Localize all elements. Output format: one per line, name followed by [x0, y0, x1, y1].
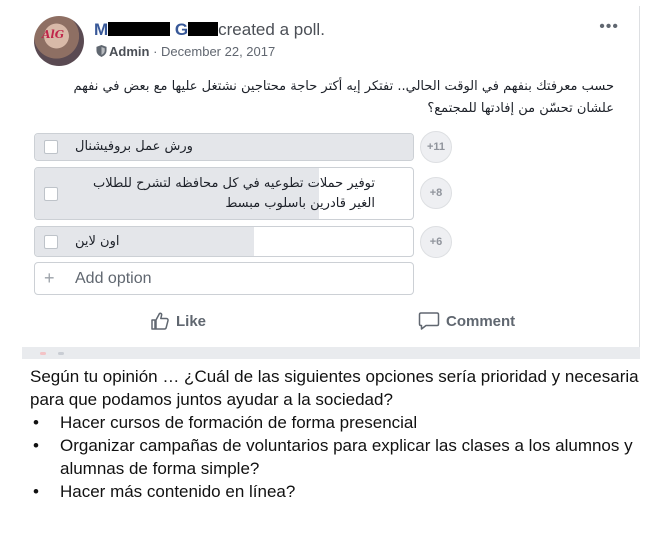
poll-option-vote-count[interactable]: +6	[420, 226, 452, 258]
comment-button[interactable]: Comment	[418, 311, 515, 331]
caption-bullets: Hacer cursos de formación de forma prese…	[30, 411, 640, 503]
comment-label: Comment	[446, 312, 516, 330]
reaction-dot-icon	[40, 352, 46, 355]
poll-option-label: توفير حملات تطوعيه في كل محافظه لتشرح لل…	[93, 176, 375, 211]
like-button[interactable]: Like	[150, 311, 206, 331]
reaction-dot-icon	[58, 352, 64, 355]
plus-icon: +	[44, 268, 55, 288]
caption-bullet: Organizar campañas de voluntarios para e…	[30, 434, 640, 480]
author-name[interactable]: M G	[94, 20, 219, 39]
redaction-bar	[188, 22, 219, 36]
caption-intro: Según tu opinión … ¿Cuál de las siguient…	[30, 367, 639, 409]
poll-option-vote-count[interactable]: +8	[420, 177, 452, 209]
author-avatar[interactable]: AlG	[34, 16, 84, 66]
redaction-bar	[108, 22, 171, 36]
shield-icon	[96, 45, 107, 57]
post-date[interactable]: December 22, 2017	[161, 44, 275, 59]
more-options-icon[interactable]: •••	[599, 18, 619, 36]
caption-bullet: Hacer más contenido en línea?	[30, 480, 640, 503]
poll-option-checkbox[interactable]	[44, 235, 58, 249]
poll-option-label: اون لاين	[75, 234, 120, 249]
poll-option[interactable]: اون لاين	[34, 226, 414, 257]
like-label: Like	[176, 312, 207, 330]
poll-option-label: ورش عمل بروفيشنال	[75, 139, 193, 154]
caption-bullet: Hacer cursos de formación de forma prese…	[30, 411, 640, 434]
add-option-placeholder: Add option	[75, 270, 152, 287]
card-footer-strip	[22, 347, 640, 359]
poll-option[interactable]: ورش عمل بروفيشنال	[34, 133, 414, 161]
poll-option-vote-count[interactable]: +11	[420, 131, 452, 163]
poll-option-checkbox[interactable]	[44, 187, 58, 201]
poll-question: حسب معرفتك بنفهم في الوقت الحالي.. تفتكر…	[73, 79, 614, 116]
post-header: M Gcreated a poll.	[94, 20, 325, 40]
meta-separator: ·	[153, 44, 158, 59]
poll-option-checkbox[interactable]	[44, 140, 58, 154]
thumbs-up-icon	[151, 312, 169, 330]
action-text: created a poll.	[218, 20, 325, 39]
poll-option-result-bar	[35, 227, 255, 256]
role-badge: Admin	[109, 44, 150, 59]
comment-icon	[418, 312, 440, 330]
add-option-field[interactable]: + Add option	[34, 262, 414, 295]
poll-option[interactable]: توفير حملات تطوعيه في كل محافظه لتشرح لل…	[34, 167, 414, 220]
avatar-logo-icon: AlG	[42, 28, 65, 41]
translation-caption: Según tu opinión … ¿Cuál de las siguient…	[30, 365, 640, 503]
post-meta: Admin · December 22, 2017	[96, 44, 275, 59]
